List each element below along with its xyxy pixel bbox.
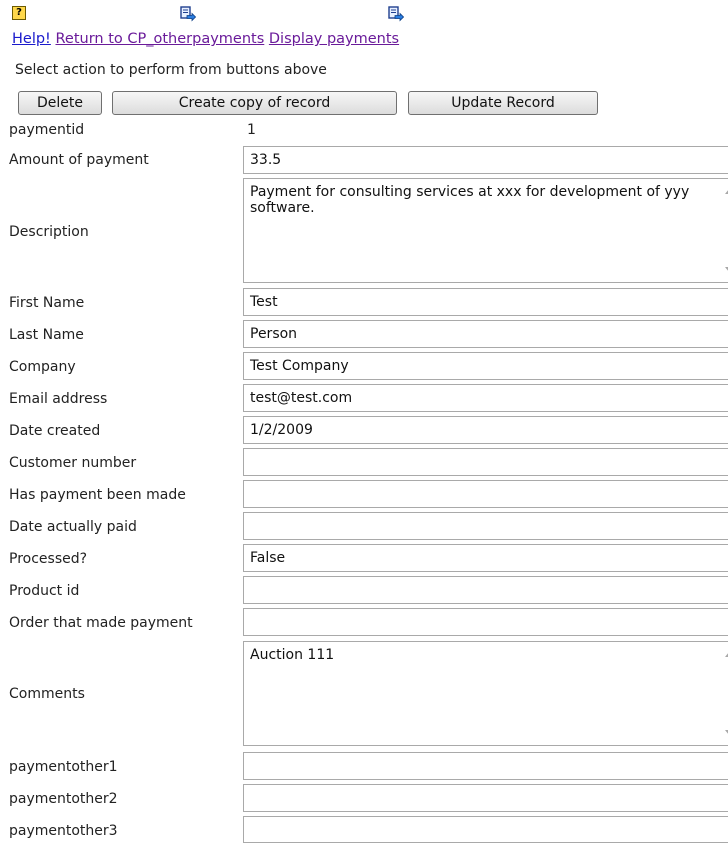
date-created-field[interactable]: 1/2/2009 [243, 416, 728, 444]
email-field[interactable]: test@test.com [243, 384, 728, 412]
paymentother3-field[interactable] [243, 816, 728, 843]
payment-made-label: Has payment been made [9, 487, 186, 503]
amount-field[interactable]: 33.5 [243, 146, 728, 174]
paymentother2-field[interactable] [243, 784, 728, 812]
return-link[interactable]: Return to CP_otherpayments [55, 31, 264, 47]
comments-textarea[interactable]: Auction 111 [243, 641, 728, 746]
company-field[interactable]: Test Company [243, 352, 728, 380]
payment-made-field[interactable] [243, 480, 728, 508]
date-created-label: Date created [9, 423, 101, 439]
comments-label: Comments [9, 686, 85, 702]
delete-button[interactable]: Delete [18, 91, 102, 115]
paymentid-value: 1 [247, 122, 256, 138]
last-name-field[interactable]: Person [243, 320, 728, 348]
navigate-icon[interactable] [180, 6, 197, 22]
comments-text: Auction 111 [250, 647, 335, 663]
update-record-button[interactable]: Update Record [408, 91, 598, 115]
paymentother1-field[interactable] [243, 752, 728, 780]
paymentother1-label: paymentother1 [9, 759, 118, 775]
nav-links: Help! Return to CP_otherpayments Display… [12, 31, 399, 47]
description-textarea[interactable]: Payment for consulting services at xxx f… [243, 178, 728, 283]
customer-number-field[interactable] [243, 448, 728, 476]
company-label: Company [9, 359, 76, 375]
instruction-text: Select action to perform from buttons ab… [15, 62, 327, 78]
description-text: Payment for consulting services at xxx f… [250, 184, 690, 216]
date-paid-field[interactable] [243, 512, 728, 540]
navigate-icon[interactable] [388, 6, 405, 22]
order-label: Order that made payment [9, 615, 193, 631]
paymentother3-label: paymentother3 [9, 823, 118, 839]
customer-number-label: Customer number [9, 455, 137, 471]
date-paid-label: Date actually paid [9, 519, 137, 535]
email-label: Email address [9, 391, 108, 407]
create-copy-button[interactable]: Create copy of record [112, 91, 397, 115]
help-link[interactable]: Help! [12, 31, 51, 47]
product-id-label: Product id [9, 583, 80, 599]
paymentid-label: paymentid [9, 122, 85, 138]
amount-label: Amount of payment [9, 152, 149, 168]
comments-scrollbar[interactable] [720, 642, 728, 745]
display-payments-link[interactable]: Display payments [269, 31, 399, 47]
last-name-label: Last Name [9, 327, 84, 343]
description-scrollbar[interactable] [720, 179, 728, 282]
first-name-label: First Name [9, 295, 85, 311]
description-label: Description [9, 224, 89, 240]
processed-field[interactable]: False [243, 544, 728, 572]
paymentother2-label: paymentother2 [9, 791, 118, 807]
order-field[interactable] [243, 608, 728, 636]
help-icon[interactable]: ? [12, 6, 26, 20]
icon-bar: ? [12, 6, 472, 26]
product-id-field[interactable] [243, 576, 728, 604]
first-name-field[interactable]: Test [243, 288, 728, 316]
processed-label: Processed? [9, 551, 88, 567]
